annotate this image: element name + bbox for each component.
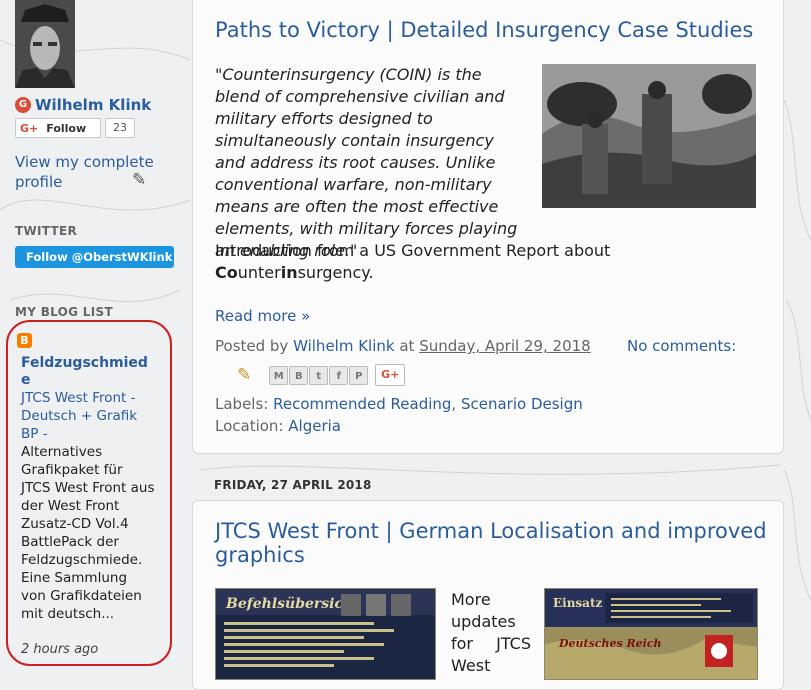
- label-link[interactable]: Recommended Reading: [273, 395, 451, 413]
- blog-list-time: 2 hours ago: [21, 642, 99, 657]
- location-link[interactable]: Algeria: [288, 417, 341, 435]
- post-image-mission-screen[interactable]: Einsatz Deutsches Reich: [544, 588, 758, 680]
- google-plus-share-button[interactable]: G+: [375, 364, 406, 386]
- blogger-share-icon[interactable]: B: [289, 365, 309, 385]
- label-link[interactable]: Scenario Design: [461, 395, 583, 413]
- thumb-title: Befehlsübersicht: [225, 596, 360, 612]
- read-more-link[interactable]: Read more »: [215, 307, 310, 325]
- follow-button[interactable]: G+ Follow: [15, 118, 101, 138]
- post-date-link[interactable]: Sunday, April 29, 2018: [419, 337, 591, 355]
- post-meta: Posted by Wilhelm Klink at Sunday, April…: [215, 337, 591, 355]
- email-share-icon[interactable]: M: [269, 365, 289, 385]
- sidebar: G Wilhelm Klink G+ Follow 23 View my com…: [0, 0, 190, 668]
- post-image-orders-screen[interactable]: Befehlsübersicht: [215, 588, 436, 680]
- pinterest-share-icon[interactable]: P: [349, 365, 369, 385]
- posted-by-label: Posted by: [215, 337, 289, 355]
- thumb-title: Einsatz: [553, 596, 603, 610]
- post-title[interactable]: Paths to Victory | Detailed Insurgency C…: [215, 18, 753, 42]
- profile-name[interactable]: G Wilhelm Klink: [15, 96, 151, 114]
- twitter-section-title: TWITTER: [15, 224, 78, 238]
- post-intro-text: Introduction from a US Government Report…: [215, 241, 611, 260]
- twitter-follow-label: Follow @OberstWKlink: [26, 250, 173, 264]
- location-row: Location: Algeria: [215, 417, 341, 435]
- at-label: at: [399, 337, 415, 355]
- acronym-part: in: [280, 263, 298, 282]
- labels-row: Labels: Recommended Reading, Scenario De…: [215, 395, 583, 413]
- blog-list-blog-name[interactable]: Feldzugschmiede: [21, 355, 156, 389]
- google-plus-icon: G: [15, 97, 31, 113]
- blog-list-title: MY BLOG LIST: [15, 305, 113, 319]
- profile-name-text[interactable]: Wilhelm Klink: [35, 96, 151, 114]
- blog-list-post-link[interactable]: JTCS West Front - Deutsch + Grafik BP -: [21, 389, 156, 443]
- follow-label: Follow: [46, 121, 87, 135]
- share-row: ✎ M B t f P G+: [237, 364, 406, 386]
- date-header: FRIDAY, 27 APRIL 2018: [214, 478, 372, 492]
- location-label: Location:: [215, 417, 284, 435]
- follow-count: 23: [105, 118, 135, 138]
- avatar[interactable]: [15, 0, 75, 88]
- twitter-share-icon[interactable]: t: [309, 365, 329, 385]
- post-card: Paths to Victory | Detailed Insurgency C…: [192, 0, 784, 454]
- edit-tools-icon[interactable]: ✎: [132, 170, 146, 190]
- comments-link[interactable]: No comments:: [627, 337, 736, 355]
- facebook-share-icon[interactable]: f: [329, 365, 349, 385]
- labels-label: Labels:: [215, 395, 269, 413]
- post-intro: Introduction from a US Government Report…: [215, 240, 745, 284]
- post-title[interactable]: JTCS West Front | German Localisation an…: [215, 519, 775, 567]
- thumb-map-label: Deutsches Reich: [558, 637, 662, 650]
- author-link[interactable]: Wilhelm Klink: [293, 337, 394, 355]
- twitter-follow-button[interactable]: Follow @OberstWKlink: [15, 246, 174, 268]
- acronym-part: unter: [237, 263, 281, 282]
- post-image-soldiers[interactable]: [542, 64, 756, 208]
- acronym-part: Co: [215, 263, 238, 282]
- post-quote: "Counterinsurgency (COIN) is the blend o…: [215, 65, 518, 260]
- google-plus-icon: G+: [20, 121, 39, 135]
- post-excerpt: More updates for JTCS West: [451, 590, 531, 675]
- post-card: JTCS West Front | German Localisation an…: [192, 500, 784, 690]
- blog-list-snippet: Alternatives Grafikpaket für JTCS West F…: [21, 444, 155, 622]
- edit-pencil-icon[interactable]: ✎: [237, 365, 251, 385]
- acronym-part: surgency.: [297, 263, 374, 282]
- blogger-icon: B: [17, 333, 32, 348]
- follow-row: G+ Follow 23: [15, 118, 135, 138]
